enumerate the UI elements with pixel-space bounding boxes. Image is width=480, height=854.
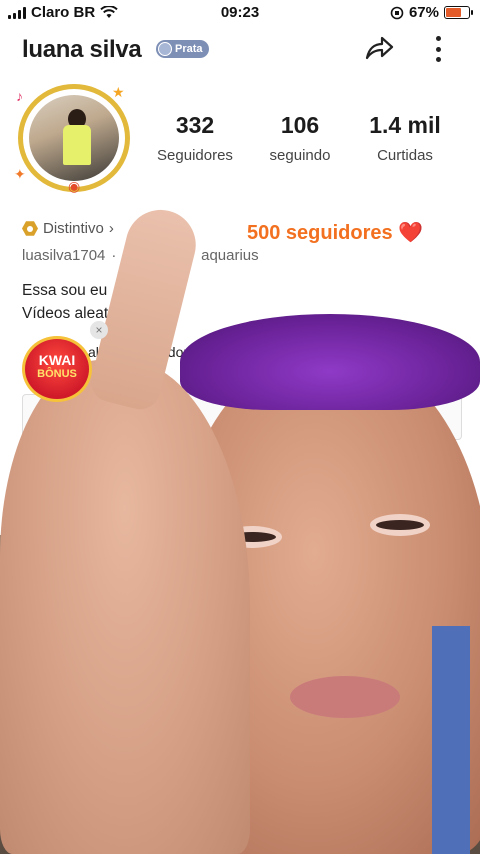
left-eye xyxy=(222,526,282,548)
level-badge[interactable]: Prata xyxy=(156,40,209,58)
sparkle-icon: ✦ xyxy=(14,166,26,182)
avatar-frame xyxy=(18,84,130,192)
kwai-bonus-button[interactable]: KWAI BÔNUS xyxy=(22,336,92,402)
followers-label: Seguidores xyxy=(157,147,233,164)
bio: Essa sou eu 🌈 Vídeos aleatórios xyxy=(22,279,142,325)
distintivo-link[interactable]: Distintivo › xyxy=(22,220,114,237)
tank-top xyxy=(170,626,470,854)
action-right[interactable]: tar-se xyxy=(412,344,448,360)
distintivo-label: Distintivo xyxy=(43,220,104,237)
room-background xyxy=(0,535,480,854)
following-count: 106 xyxy=(280,112,320,138)
avatar[interactable]: ♪ ★ ✦ ◉ xyxy=(12,82,138,194)
distintivo-icon xyxy=(22,221,38,236)
following-label: seguindo xyxy=(269,147,331,164)
zodiac-sign: aquarius xyxy=(201,247,259,264)
kwai-bonus-title: KWAI xyxy=(38,352,76,368)
star-icon: ★ xyxy=(112,84,125,100)
badge-label: Prata xyxy=(175,43,203,55)
likes-count: 1.4 mil xyxy=(369,112,441,138)
camera-icon: ◉ xyxy=(68,178,81,194)
status-bar: Claro BR 09:23 67% xyxy=(0,0,480,26)
kwai-bonus-subtitle: BÔNUS xyxy=(37,368,77,380)
gender: Feminino xyxy=(122,247,185,264)
music-note-icon: ♪ xyxy=(16,88,23,104)
orientation-lock-icon xyxy=(390,6,404,19)
heart-icon: ❤️ xyxy=(398,222,424,244)
profile-name: luana silva xyxy=(22,36,142,63)
followers-stat[interactable]: 332 Seguidores xyxy=(140,112,250,164)
more-options-icon[interactable] xyxy=(426,34,450,64)
edit-profile-box[interactable] xyxy=(22,394,462,440)
right-eye xyxy=(370,514,430,536)
bio-line-1: Essa sou eu 🌈 xyxy=(22,282,131,299)
avatar-photo xyxy=(29,95,119,181)
likes-stat[interactable]: 1.4 mil Curtidas xyxy=(350,112,460,164)
followers-milestone: 500 seguidores ❤️ xyxy=(247,220,423,245)
action-middle[interactable]: ador xyxy=(160,344,188,360)
battery-percent: 67% xyxy=(408,4,439,21)
followers-count: 332 xyxy=(175,112,215,138)
milestone-text: 500 seguidores xyxy=(247,222,393,244)
profile-meta: luasilva1704 · Feminino · aquarius xyxy=(22,247,259,264)
likes-label: Curtidas xyxy=(377,147,433,164)
battery-icon xyxy=(444,6,473,19)
badge-icon xyxy=(158,42,172,56)
bio-line-2: Vídeos aleatórios xyxy=(22,305,142,322)
following-stat[interactable]: 106 seguindo xyxy=(245,112,355,164)
share-icon[interactable] xyxy=(362,32,396,66)
chevron-right-icon: › xyxy=(108,220,114,237)
username: luasilva1704 xyxy=(22,247,106,264)
lips xyxy=(290,676,400,718)
close-icon[interactable]: × xyxy=(90,321,108,339)
